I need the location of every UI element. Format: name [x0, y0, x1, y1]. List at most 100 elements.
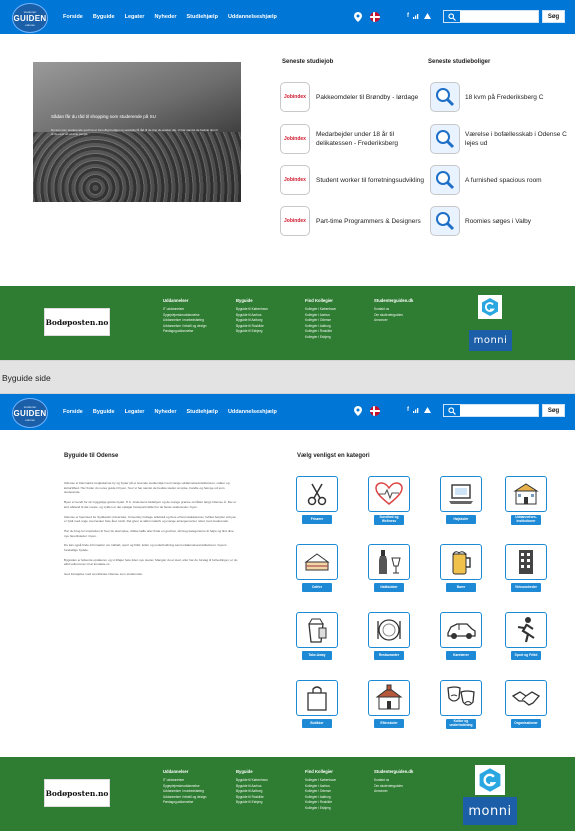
footer-link[interactable]: Byguide til Esbjerg: [236, 800, 268, 806]
takeaway-icon[interactable]: [296, 612, 338, 648]
shopping-bag-icon[interactable]: [296, 680, 338, 716]
category-takeaway[interactable]: Take-Away: [296, 612, 338, 660]
home-title[interactable]: 18 kvm på Frederiksberg C: [465, 93, 570, 102]
site-logo[interactable]: studenter GUIDEN odense: [12, 3, 48, 33]
hero-title[interactable]: Sådan får du råd til shopping som studer…: [51, 114, 156, 119]
school-building-icon[interactable]: [505, 476, 547, 512]
category-label[interactable]: Organisationer: [511, 719, 541, 728]
footer-link[interactable]: Kollegier i Esbjerg: [305, 335, 336, 341]
category-efterskoler[interactable]: Efterskoler: [368, 680, 410, 728]
nav-link-uddannelseshjaelp[interactable]: Uddannelseshjælp: [228, 14, 277, 20]
footer-link[interactable]: Pædagoguddannelse: [163, 800, 206, 806]
category-label[interactable]: Butikker: [302, 719, 332, 728]
signal-icon[interactable]: [413, 407, 420, 415]
warning-icon[interactable]: [424, 407, 431, 415]
nav-link-legater[interactable]: Legater: [125, 14, 145, 20]
category-virksomheder[interactable]: Virksomheder: [505, 544, 547, 592]
nav-link-byguide[interactable]: Byguide: [93, 14, 115, 20]
home-title[interactable]: Værelse i bofællesskab i Odense C lejes …: [465, 130, 570, 148]
category-label[interactable]: Sundhed og Wellness: [374, 515, 404, 525]
schoolhouse-icon[interactable]: [368, 680, 410, 716]
home-item[interactable]: 18 kvm på Frederiksberg C: [430, 82, 570, 112]
job-title[interactable]: Pakkeomdeler til Brøndby - lørdage: [316, 93, 428, 102]
footer-link[interactable]: Kollegier i Esbjerg: [305, 806, 336, 812]
nav-link-uddannelseshjaelp[interactable]: Uddannelseshjælp: [228, 409, 277, 415]
nav-link-forside[interactable]: Forside: [63, 409, 83, 415]
category-label[interactable]: Efterskoler: [374, 719, 404, 728]
monni-logo[interactable]: monni: [463, 797, 517, 825]
category-label[interactable]: Take-Away: [302, 651, 332, 660]
studenterguiden-badge-icon[interactable]: [478, 295, 502, 319]
category-label[interactable]: Frisører: [302, 515, 332, 524]
category-label[interactable]: Natklubber: [374, 583, 404, 592]
home-title[interactable]: A furnished spacious room: [465, 176, 570, 185]
footer-link[interactable]: Pædagoguddannelse: [163, 329, 206, 335]
job-item[interactable]: Jobindex Student worker til forretningsu…: [280, 165, 428, 195]
job-item[interactable]: Jobindex Pakkeomdeler til Brøndby - lørd…: [280, 82, 428, 112]
category-organisationer[interactable]: Organisationer: [505, 680, 547, 728]
danish-flag-icon[interactable]: [370, 12, 380, 22]
monni-logo[interactable]: monni: [469, 330, 512, 351]
job-title[interactable]: Student worker til forretningsudvikling: [316, 176, 428, 185]
search-button[interactable]: Søg: [542, 404, 565, 417]
footer-link[interactable]: Annoncer: [374, 789, 413, 795]
category-butikker[interactable]: Butikker: [296, 680, 338, 728]
job-item[interactable]: Jobindex Medarbejder under 18 år til del…: [280, 124, 428, 154]
location-pin-icon[interactable]: [354, 406, 362, 416]
car-icon[interactable]: [440, 612, 482, 648]
nav-link-legater[interactable]: Legater: [125, 409, 145, 415]
search-button[interactable]: Søg: [542, 10, 565, 23]
category-uddannelsesinstitutioner[interactable]: Uddannelses-institutioner: [505, 476, 547, 525]
theatre-masks-icon[interactable]: [440, 680, 482, 716]
danish-flag-icon[interactable]: [370, 406, 380, 416]
category-restauranter[interactable]: Restauranter: [368, 612, 410, 660]
search-input[interactable]: [443, 10, 539, 23]
category-label[interactable]: Restauranter: [374, 651, 404, 660]
facebook-icon[interactable]: f: [407, 13, 409, 21]
category-label[interactable]: Højskoler: [446, 515, 476, 524]
home-title[interactable]: Roomies søges i Valby: [465, 217, 570, 226]
nav-link-studiehjaelp[interactable]: Studiehjælp: [186, 14, 217, 20]
facebook-icon[interactable]: f: [407, 407, 409, 415]
footer-link[interactable]: Annoncer: [374, 318, 413, 324]
bodoposten-logo[interactable]: Bodøposten.no: [44, 779, 110, 807]
nav-link-studiehjaelp[interactable]: Studiehjælp: [186, 409, 217, 415]
nav-link-forside[interactable]: Forside: [63, 14, 83, 20]
laptop-icon[interactable]: [440, 476, 482, 512]
hero-image[interactable]: Sådan får du råd til shopping som studer…: [33, 62, 241, 202]
category-label[interactable]: Virksomheder: [511, 583, 541, 592]
job-title[interactable]: Part-time Programmers & Designers: [316, 217, 428, 226]
warning-icon[interactable]: [424, 13, 431, 21]
signal-icon[interactable]: [413, 13, 420, 21]
category-barer[interactable]: Barer: [440, 544, 482, 592]
footer-link[interactable]: Byguide til Esbjerg: [236, 329, 268, 335]
cake-icon[interactable]: [296, 544, 338, 580]
category-frisorer[interactable]: Frisører: [296, 476, 338, 524]
bodoposten-logo[interactable]: Bodøposten.no: [44, 308, 110, 336]
runner-icon[interactable]: [505, 612, 547, 648]
category-label[interactable]: Sport og Fritid: [511, 651, 541, 660]
studenterguiden-badge-icon[interactable]: [475, 765, 505, 795]
category-label[interactable]: Barer: [446, 583, 476, 592]
nav-link-nyheder[interactable]: Nyheder: [154, 14, 176, 20]
category-sport[interactable]: Sport og Fritid: [505, 612, 547, 660]
nav-link-byguide[interactable]: Byguide: [93, 409, 115, 415]
category-label[interactable]: Uddannelses-institutioner: [511, 515, 541, 525]
category-hojskoler[interactable]: Højskoler: [440, 476, 482, 524]
search-input[interactable]: [443, 404, 539, 417]
heart-icon[interactable]: [368, 476, 410, 512]
site-logo[interactable]: studenter GUIDEN odense: [12, 398, 48, 428]
home-item[interactable]: Værelse i bofællesskab i Odense C lejes …: [430, 124, 570, 154]
home-item[interactable]: Roomies søges i Valby: [430, 206, 570, 236]
category-cafeer[interactable]: Caféer: [296, 544, 338, 592]
location-pin-icon[interactable]: [354, 12, 362, 22]
home-item[interactable]: A furnished spacious room: [430, 165, 570, 195]
category-label[interactable]: Kørelærer: [446, 651, 476, 660]
bottle-icon[interactable]: [368, 544, 410, 580]
office-building-icon[interactable]: [505, 544, 547, 580]
category-label[interactable]: Kultur og underholdning: [446, 719, 476, 729]
category-label[interactable]: Caféer: [302, 583, 332, 592]
plate-icon[interactable]: [368, 612, 410, 648]
handshake-icon[interactable]: [505, 680, 547, 716]
search-icon[interactable]: [444, 11, 460, 22]
